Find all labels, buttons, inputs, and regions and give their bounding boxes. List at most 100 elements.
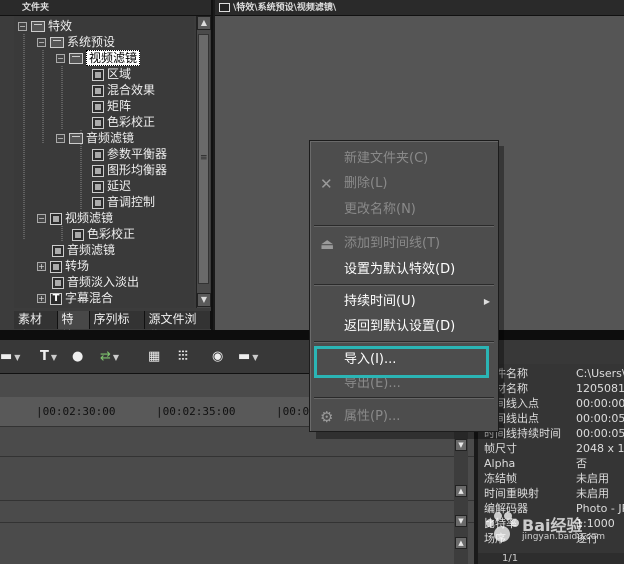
tab-effects[interactable]: 特效 (57, 311, 90, 343)
menu-item-add-to-timeline[interactable]: ⏏ 添加到时间线(T) (310, 233, 498, 255)
menu-item-duration[interactable]: 持续时间(U) ▶ (310, 291, 498, 313)
link-button[interactable]: ▬ ▼ (0, 348, 20, 366)
scroll-thumb[interactable] (198, 34, 209, 284)
voiceover-button[interactable]: ● (72, 348, 83, 366)
collapse-toggle-icon[interactable]: − (37, 214, 46, 223)
scroll-up-icon[interactable]: ▲ (455, 537, 467, 549)
tree-node-parametric-eq[interactable]: 参数平衡器 (92, 146, 167, 162)
expand-toggle-icon[interactable]: + (37, 262, 46, 271)
menu-item-label: 设置为默认特效(D) (344, 262, 456, 277)
effect-icon (92, 116, 104, 129)
menu-item-label: 添加到时间线(T) (344, 236, 441, 251)
tree-node-color-correction[interactable]: 色彩校正 (92, 114, 155, 130)
microphone-icon: ● (72, 349, 84, 364)
property-row[interactable]: 时间重映射 未启用 (478, 486, 624, 501)
folder-icon (31, 21, 45, 32)
property-key: 冻结帧 (484, 472, 517, 485)
menu-item-reset-default[interactable]: 返回到默认设置(D) (310, 316, 498, 338)
menu-item-set-default-effect[interactable]: 设置为默认特效(D) (310, 259, 498, 281)
menu-separator (314, 284, 494, 286)
property-value: 否 (576, 457, 587, 470)
import-highlight-box (314, 346, 489, 378)
effect-icon (92, 68, 104, 81)
properties-icon: ⚙ (320, 408, 334, 426)
property-value: 00:00:00: (576, 397, 624, 410)
effects-tree: − 特效 − 系统预设 − 视频滤镜 区域 混合效果 矩阵 色彩校正 − 音频滤镜 参数… (14, 16, 194, 308)
scroll-up-icon[interactable]: ▲ (197, 16, 211, 30)
submenu-arrow-icon: ▶ (483, 297, 490, 306)
tree-node-label: 转场 (65, 259, 90, 273)
effect-icon (50, 212, 62, 225)
menu-item-new-folder[interactable]: 新建文件夹(C) (310, 148, 498, 170)
tree-node-color-correction-2[interactable]: 色彩校正 (72, 226, 135, 242)
tree-node-label: 视频滤镜 (86, 50, 141, 66)
snap-button[interactable]: ⇄ ▼ (100, 348, 119, 366)
tree-node-label: 音频滤镜 (67, 243, 116, 257)
effect-icon (50, 260, 62, 273)
effect-icon (92, 164, 104, 177)
tree-node-title-mix[interactable]: + T 字幕混合 (37, 290, 113, 306)
scroll-up-icon[interactable]: ▲ (455, 485, 467, 497)
title-button[interactable]: T ▼ (40, 348, 57, 366)
tree-node-tone-control[interactable]: 音调控制 (92, 194, 155, 210)
effect-icon (72, 228, 84, 241)
tree-scrollbar[interactable]: ▲ ▼ (196, 16, 211, 308)
properties-footer: 1/1 (478, 553, 624, 564)
collapse-toggle-icon[interactable]: − (18, 22, 27, 31)
tree-node-blend-effect[interactable]: 混合效果 (92, 82, 155, 98)
property-value: 00:00:05: (576, 412, 624, 425)
menu-separator (314, 225, 494, 227)
tree-node-region[interactable]: 区域 (92, 66, 131, 82)
property-row[interactable]: 帧尺寸 2048 x 15 (478, 441, 624, 456)
property-row[interactable]: 冻结帧 未启用 (478, 471, 624, 486)
tree-node-video-filters[interactable]: − 视频滤镜 (37, 210, 113, 226)
mixer-icon: ⫶⫶⫶ (178, 349, 188, 364)
tree-node-delay[interactable]: 延迟 (92, 178, 131, 194)
tree-node-audio-fade[interactable]: 音频淡入淡出 (52, 274, 139, 290)
tab-asset-library[interactable]: 素材库 (14, 311, 58, 343)
effect-icon (52, 244, 64, 257)
menu-item-properties[interactable]: ⚙ 属性(P)... (310, 406, 498, 428)
tree-node-effects[interactable]: − 特效 (18, 18, 72, 34)
collapse-toggle-icon[interactable]: − (56, 134, 65, 143)
menu-item-delete[interactable]: ✕ 删除(L) (310, 173, 498, 195)
title-icon: T (40, 349, 49, 364)
tree-node-label: 系统预设 (67, 35, 116, 49)
menu-item-label: 更改名称(N) (344, 202, 416, 217)
mixer-button[interactable]: ⫶⫶⫶ (178, 348, 188, 366)
tree-node-transitions[interactable]: + 转场 (37, 258, 89, 274)
collapse-toggle-icon[interactable]: − (37, 38, 46, 47)
collapse-toggle-icon[interactable]: − (56, 54, 65, 63)
folder-icon (219, 3, 230, 12)
tree-node-audio-filters[interactable]: − 音频滤镜 (56, 130, 134, 146)
menu-item-rename[interactable]: 更改名称(N) (310, 199, 498, 221)
layout-button[interactable]: ▬ ▼ (238, 348, 258, 366)
grid-button[interactable]: ▦ (148, 348, 160, 366)
expand-toggle-icon[interactable]: + (37, 294, 46, 303)
menu-item-label: 属性(P)... (344, 409, 401, 424)
effect-icon (52, 276, 64, 289)
tree-node-system-presets[interactable]: − 系统预设 (37, 34, 115, 50)
tree-node-video-filters-selected[interactable]: − 视频滤镜 (56, 50, 141, 66)
property-row[interactable]: Alpha 否 (478, 456, 624, 471)
tree-node-label: 音调控制 (107, 195, 156, 209)
menu-item-label: 删除(L) (344, 176, 388, 191)
title-icon: T (50, 292, 62, 305)
timecode-label: |00:02:35:00 (156, 405, 236, 418)
tab-sequence-markers[interactable]: 序列标记 (89, 311, 145, 343)
panel-tabs: 素材库 特效 序列标记 源文件浏览 (14, 311, 211, 343)
menu-item-label: 新建文件夹(C) (344, 151, 429, 166)
tree-node-graphic-eq[interactable]: 图形均衡器 (92, 162, 167, 178)
scroll-down-icon[interactable]: ▼ (455, 439, 467, 451)
tab-source-browser[interactable]: 源文件浏览 (144, 311, 211, 343)
tree-node-matrix[interactable]: 矩阵 (92, 98, 131, 114)
color-button[interactable]: ◉ (212, 348, 223, 366)
property-key: 帧尺寸 (484, 442, 517, 455)
property-key: Alpha (484, 457, 516, 470)
tree-node-audio-filters-2[interactable]: 音频滤镜 (52, 242, 115, 258)
scroll-down-icon[interactable]: ▼ (197, 293, 211, 307)
effect-icon (92, 180, 104, 193)
path-text: \特效\系统预设\视频滤镜\ (233, 3, 337, 13)
scroll-down-icon[interactable]: ▼ (455, 515, 467, 527)
layout-icon: ▬ (238, 349, 251, 364)
